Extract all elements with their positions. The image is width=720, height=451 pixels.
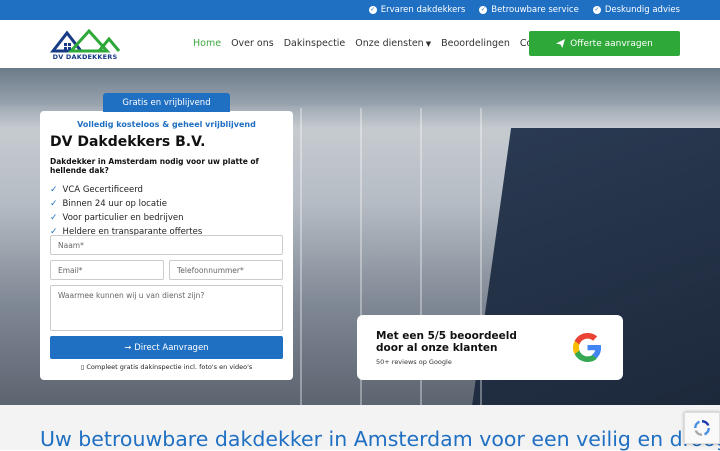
check-icon: ✓	[50, 199, 58, 209]
check-circle-icon: ✓	[368, 6, 377, 14]
list-item: ✓ Binnen 24 uur op locatie	[50, 199, 167, 209]
usp-item: ✓ Deskundig advies	[592, 5, 680, 15]
nav-over-ons[interactable]: Over ons	[231, 38, 274, 49]
recaptcha-badge[interactable]	[684, 412, 720, 444]
quote-request-button[interactable]: Offerte aanvragen	[529, 31, 680, 56]
navbar: DV DAKDEKKERS Home Over ons Dakinspectie…	[0, 20, 720, 68]
list-item: ✓ Voor particulier en bedrijven	[50, 213, 184, 223]
google-review-card: Met een 5/5 beoordeeld door al onze klan…	[357, 315, 623, 380]
usp-item: ✓ Betrouwbare service	[479, 5, 579, 15]
recaptcha-icon	[694, 420, 710, 436]
check-icon: ✓	[50, 213, 58, 223]
nav-dakinspectie[interactable]: Dakinspectie	[284, 38, 346, 49]
form-subtitle: Volledig kosteloos & geheel vrijblijvend	[77, 120, 256, 129]
intro-section: Uw betrouwbare dakdekker in Amsterdam vo…	[0, 405, 720, 451]
paper-plane-icon	[556, 39, 566, 48]
house-logo-icon	[49, 28, 121, 53]
form-note: ▯ Compleet gratis dakinspectie incl. fot…	[80, 363, 253, 371]
chevron-down-icon: ▼	[425, 40, 432, 48]
check-circle-icon: ✓	[479, 6, 488, 14]
free-badge: Gratis en vrijblijvend	[103, 93, 230, 112]
submit-button[interactable]: ➞ Direct Aanvragen	[50, 336, 283, 359]
check-icon: ✓	[50, 185, 58, 195]
review-title: Met een 5/5 beoordeeld door al onze klan…	[376, 330, 517, 355]
nav-home[interactable]: Home	[193, 38, 221, 49]
list-item: ✓ VCA Gecertificeerd	[50, 185, 143, 195]
google-icon	[572, 332, 602, 363]
check-circle-icon: ✓	[592, 6, 601, 14]
roof-seam	[300, 108, 302, 405]
logo[interactable]: DV DAKDEKKERS	[49, 28, 121, 61]
logo-text: DV DAKDEKKERS	[52, 53, 118, 61]
top-bar: ✓ Ervaren dakdekkers ✓ Betrouwbare service…	[0, 0, 720, 20]
message-textarea[interactable]: Waarmee kunnen wij u van dienst zijn?	[50, 285, 283, 331]
form-question: Dakdekker in Amsterdam nodig voor uw pla…	[50, 157, 259, 175]
main-nav: Home Over ons Dakinspectie Onze diensten…	[193, 38, 557, 49]
nav-beoordelingen[interactable]: Beoordelingen	[441, 38, 510, 49]
benefit-list: ✓ VCA Gecertificeerd ✓ Binnen 24 uur op lo…	[50, 183, 283, 239]
email-field[interactable]: Email*	[50, 260, 164, 280]
section-headline: Uw betrouwbare dakdekker in Amsterdam vo…	[40, 427, 720, 451]
form-title: DV Dakdekkers B.V.	[50, 134, 206, 150]
quote-form-card: Volledig kosteloos & geheel vrijblijvend…	[40, 111, 293, 380]
phone-field[interactable]: Telefoonnummer*	[169, 260, 283, 280]
usp-item: ✓ Ervaren dakdekkers	[368, 5, 466, 15]
nav-onze-diensten[interactable]: Onze diensten ▼	[355, 38, 431, 49]
name-field[interactable]: Naam*	[50, 235, 283, 255]
